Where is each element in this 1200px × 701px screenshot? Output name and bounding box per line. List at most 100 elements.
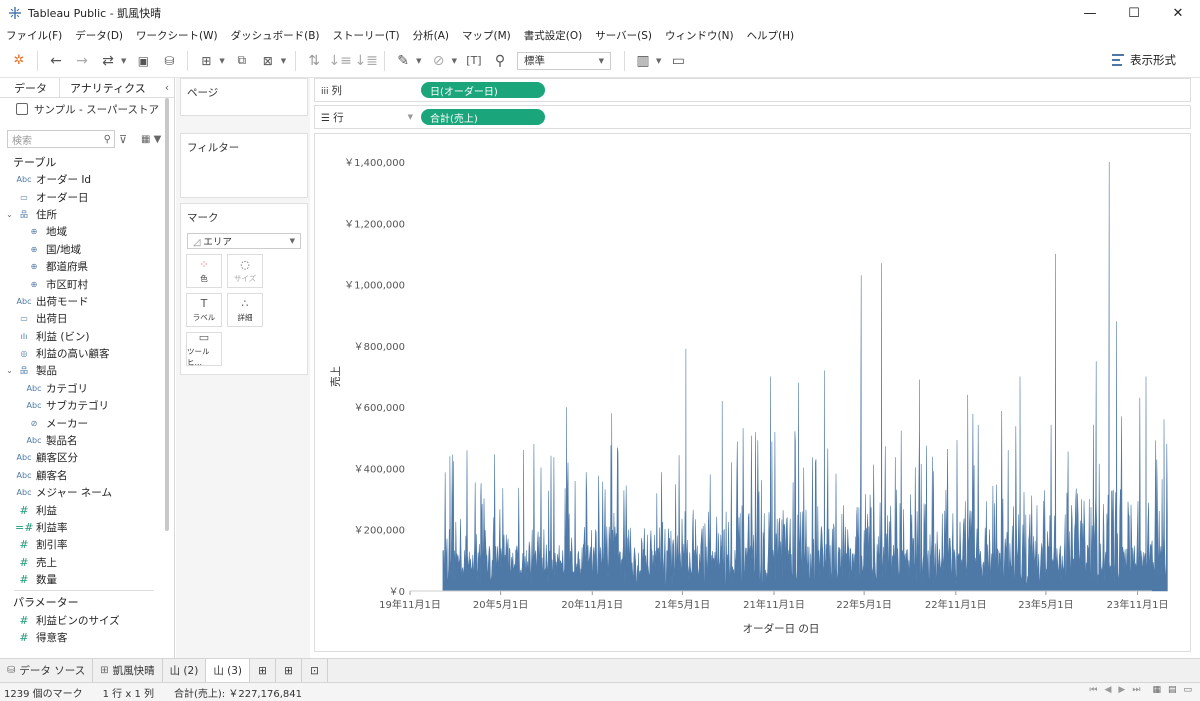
menu-bar: ファイル(F) データ(D) ワークシート(W) ダッシュボード(B) ストーリ… — [0, 26, 1200, 44]
field-item[interactable]: Abc カテゴリ — [0, 380, 174, 397]
clear-sheet-icon[interactable]: ⊠ — [257, 50, 279, 72]
field-item[interactable]: Abc 顧客名 — [0, 467, 174, 484]
save-icon[interactable]: ▣ — [132, 50, 154, 72]
first-sheet-icon[interactable]: ⏮ — [1089, 685, 1097, 695]
field-item[interactable]: Abc 製品名 — [0, 432, 174, 449]
view-options-icon[interactable]: ▦ ▼ — [141, 134, 161, 145]
undo-icon[interactable]: ← — [45, 50, 67, 72]
field-item[interactable]: ılı 利益 (ビン) — [0, 328, 174, 345]
search-input[interactable]: 検索 ⚲ — [7, 130, 115, 148]
field-item[interactable]: ▭ 出荷日 — [0, 310, 174, 327]
columns-pill[interactable]: 日(オーダー日) — [421, 82, 545, 98]
parameter-item[interactable]: # 利益ビンのサイズ — [0, 611, 174, 628]
field-item[interactable]: Abc 顧客区分 — [0, 449, 174, 466]
field-item[interactable]: =# 利益率 — [0, 519, 174, 536]
maximize-button[interactable]: ☐ — [1112, 0, 1156, 26]
field-item[interactable]: ⌄ 品製品 — [0, 362, 174, 379]
rows-shelf[interactable]: ☰ 行 ▼ 合計(売上) — [314, 105, 1191, 129]
sort-ascending-icon[interactable]: ↓≡ — [328, 50, 351, 72]
fit-select[interactable]: 標準 ▼ — [516, 51, 611, 70]
new-story-icon[interactable]: ⊡ — [302, 659, 329, 682]
filter-icon[interactable]: ⊽ — [119, 133, 135, 146]
new-dashboard-icon[interactable]: ⊞ — [276, 659, 303, 682]
tab-data[interactable]: データ — [0, 78, 60, 97]
mark-type-select[interactable]: ◿ エリア ▼ — [187, 233, 301, 249]
chevron-down-icon[interactable]: ⌄ — [4, 210, 15, 219]
menu-analysis[interactable]: 分析(A) — [413, 28, 449, 43]
film-strip-icon[interactable]: ▤ — [1168, 685, 1177, 695]
field-item[interactable]: ⊘ メーカー — [0, 414, 174, 431]
menu-data[interactable]: データ(D) — [75, 28, 123, 43]
columns-shelf[interactable]: iii 列 日(オーダー日) — [314, 78, 1191, 102]
close-button[interactable]: ✕ — [1156, 0, 1200, 26]
chevron-down-icon[interactable]: ⌄ — [4, 366, 15, 375]
collapse-pane-icon[interactable]: ‹ — [160, 78, 174, 97]
redo-icon[interactable]: → — [71, 50, 93, 72]
field-item[interactable]: # 売上 — [0, 554, 174, 571]
field-item[interactable]: ⌄ 品住所 — [0, 206, 174, 223]
prev-sheet-icon[interactable]: ◀ — [1105, 685, 1112, 695]
menu-story[interactable]: ストーリー(T) — [333, 28, 400, 43]
show-cards-icon[interactable]: ▥ — [632, 50, 654, 72]
field-label: 製品 — [36, 365, 57, 378]
data-pane-scrollbar[interactable] — [165, 98, 169, 531]
field-item[interactable]: # 数量 — [0, 571, 174, 588]
mark-tooltip-button[interactable]: ▭ ツールヒ… — [186, 331, 222, 367]
field-item[interactable]: Abc オーダー Id — [0, 171, 174, 188]
field-item[interactable]: ▭ オーダー日 — [0, 188, 174, 205]
field-item[interactable]: ⊕ 都道府県 — [0, 258, 174, 275]
chart-view[interactable]: ￥0 ￥200,000 ￥400,000 ￥600,000 ￥800,000 ￥1,000… — [314, 133, 1191, 652]
menu-worksheet[interactable]: ワークシート(W) — [136, 28, 218, 43]
data-source-tab[interactable]: ⛁ データ ソース — [0, 659, 94, 682]
minimize-button[interactable]: — — [1068, 0, 1112, 26]
pages-card[interactable]: ページ — [180, 78, 308, 116]
mark-label-button[interactable]: T ラベル — [186, 293, 222, 327]
dashboard-tab[interactable]: ⊞ 凱風快晴 — [93, 659, 163, 682]
swap-icon[interactable]: ⇅ — [303, 50, 325, 72]
field-item[interactable]: # 利益 — [0, 501, 174, 518]
status-rows-cols: 1 行 x 1 列 — [102, 688, 154, 700]
field-item[interactable]: ⊕ 地域 — [0, 223, 174, 240]
menu-format[interactable]: 書式設定(O) — [524, 28, 582, 43]
last-sheet-icon[interactable]: ⏭ — [1132, 685, 1140, 695]
new-worksheet-icon[interactable]: ⊞ — [195, 50, 217, 72]
sheet-tab-active[interactable]: 山 (3) — [206, 659, 251, 682]
show-me-button[interactable]: 表示形式 — [1112, 52, 1176, 68]
field-item[interactable]: ⊕ 市区町村 — [0, 275, 174, 292]
new-datasource-icon[interactable]: ⛁ — [158, 50, 180, 72]
parameter-item[interactable]: # 得意客 — [0, 629, 174, 646]
tableau-home-icon[interactable]: ✲ — [8, 50, 30, 72]
menu-map[interactable]: マップ(M) — [462, 28, 511, 43]
menu-help[interactable]: ヘルプ(H) — [747, 28, 795, 43]
rows-pill[interactable]: 合計(売上) — [421, 109, 545, 125]
field-item[interactable]: Abc サブカテゴリ — [0, 397, 174, 414]
field-item[interactable]: Abc 出荷モード — [0, 293, 174, 310]
data-source-item[interactable]: サンプル - スーパーストア — [0, 98, 174, 120]
mark-size-button[interactable]: ◌ サイズ — [227, 254, 263, 288]
field-item[interactable]: # 割引率 — [0, 536, 174, 553]
mark-detail-button[interactable]: ∴ 詳細 — [227, 293, 263, 327]
replay-icon[interactable]: ⇄ — [97, 50, 119, 72]
sort-descending-icon[interactable]: ↓≣ — [354, 50, 377, 72]
filters-card[interactable]: フィルター — [180, 133, 308, 198]
pin-icon[interactable]: ⚲ — [489, 50, 511, 72]
sheet-tab[interactable]: 山 (2) — [163, 659, 207, 682]
new-worksheet-icon[interactable]: ⊞ — [250, 659, 277, 682]
next-sheet-icon[interactable]: ▶ — [1118, 685, 1125, 695]
duplicate-sheet-icon[interactable]: ⧉ — [231, 50, 253, 72]
group-icon[interactable]: ⊘ — [428, 50, 450, 72]
menu-dashboard[interactable]: ダッシュボード(B) — [231, 28, 320, 43]
field-item[interactable]: ◎ 利益の高い顧客 — [0, 345, 174, 362]
mark-color-button[interactable]: ⁘ 色 — [186, 254, 222, 288]
field-item[interactable]: Abc メジャー ネーム — [0, 484, 174, 501]
sheet-sorter-icon[interactable]: ▦ — [1152, 685, 1161, 695]
presentation-icon[interactable]: ▭ — [667, 50, 689, 72]
tab-analytics[interactable]: アナリティクス — [60, 78, 160, 97]
field-item[interactable]: ⊕ 国/地域 — [0, 241, 174, 258]
menu-file[interactable]: ファイル(F) — [6, 28, 62, 43]
menu-server[interactable]: サーバー(S) — [595, 28, 652, 43]
menu-window[interactable]: ウィンドウ(N) — [665, 28, 734, 43]
tabs-view-icon[interactable]: ▭ — [1183, 685, 1192, 695]
highlight-icon[interactable]: ✎ — [392, 50, 414, 72]
labels-icon[interactable]: [T] — [463, 50, 485, 72]
